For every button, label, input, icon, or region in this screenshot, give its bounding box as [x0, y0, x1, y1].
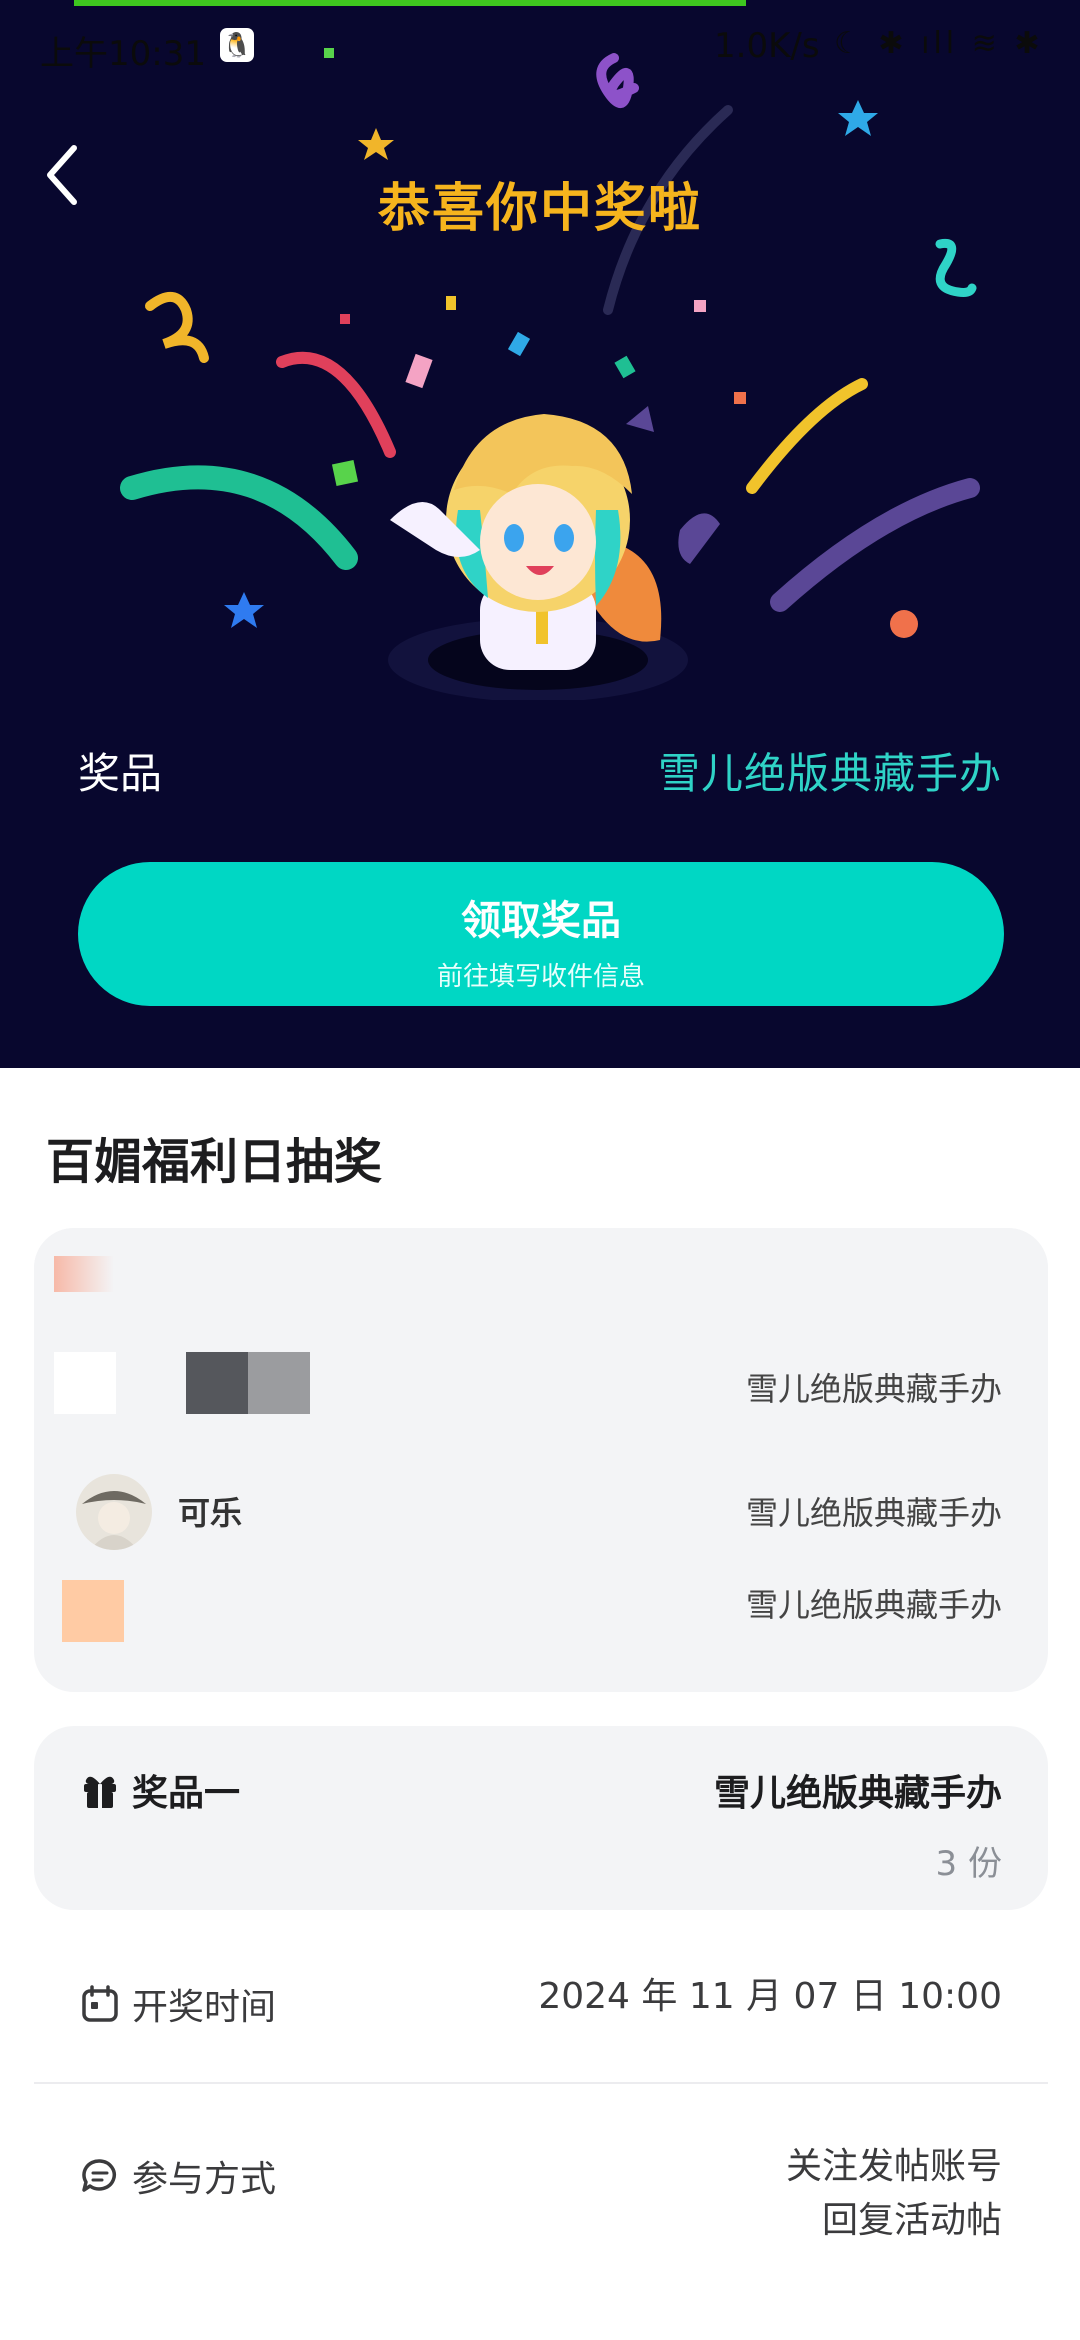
- winner-name: 可乐: [178, 1494, 243, 1532]
- draw-time-value: 2024 年 11 月 07 日 10:00: [538, 1976, 1002, 2017]
- mascot-illustration: [388, 406, 720, 700]
- confetti-piece-yellow: [446, 296, 456, 310]
- divider: [34, 2082, 1048, 2084]
- claim-prize-button[interactable]: 领取奖品 前往填写收件信息: [78, 862, 1004, 1006]
- obscured-avatar: [62, 1580, 124, 1642]
- confetti-piece-blue: [507, 331, 531, 357]
- chat-bubble-icon: [82, 2159, 116, 2192]
- participation-line-follow: 关注发帖账号: [785, 2146, 1002, 2187]
- confetti-piece-pink-small: [694, 300, 706, 312]
- winner-prize: 雪儿绝版典藏手办: [745, 1370, 1002, 1408]
- lottery-title: 百媚福利日抽奖: [46, 1134, 383, 1190]
- winner-prize: 雪儿绝版典藏手办: [745, 1494, 1002, 1532]
- confetti-piece-red: [340, 314, 350, 324]
- winner-row: 可乐 雪儿绝版典藏手办: [34, 1458, 1048, 1558]
- confetti-streak-purple: [770, 478, 980, 612]
- obscured-name-block: [186, 1352, 248, 1414]
- prize-tier-count: 3 份: [935, 1844, 1002, 1884]
- winners-list: 雪儿绝版典藏手办 可乐 雪儿绝版典藏手办 雪儿绝版典藏手办: [34, 1228, 1048, 1692]
- star-yellow: [358, 128, 394, 160]
- participation-label: 参与方式: [132, 2159, 277, 2200]
- prize-row: 奖品 雪儿绝版典藏手办: [78, 740, 1002, 800]
- draw-time-label: 开奖时间: [132, 1987, 277, 2028]
- prize-tier-label: 奖品一: [132, 1773, 241, 1814]
- hero-banner: 上午10:31 🐧 1.0K/s ☾ ✱ ıll ≋ ✱ 恭喜你中奖啦 奖品 雪…: [0, 0, 1080, 1068]
- obscured-name-block: [248, 1352, 310, 1414]
- winner-prize: 雪儿绝版典藏手办: [745, 1586, 1002, 1624]
- winner-row: 雪儿绝版典藏手办: [34, 1346, 1048, 1446]
- confetti-piece-orange: [734, 392, 746, 404]
- avatar: [76, 1474, 152, 1550]
- confetti-streak-yellow: [746, 378, 868, 494]
- prize-value: 雪儿绝版典藏手办: [657, 749, 1002, 798]
- confetti-squiggle-yellow: [145, 292, 209, 363]
- participation-row: 参与方式 关注发帖账号 回复活动帖: [34, 2140, 1048, 2270]
- calendar-icon: [82, 1985, 118, 2022]
- claim-button-subtitle: 前往填写收件信息: [436, 962, 645, 992]
- prize-tier-card: 奖品一 雪儿绝版典藏手办 3 份: [34, 1726, 1048, 1910]
- confetti-swirl-purple: [596, 53, 639, 108]
- confetti-streak-green: [120, 465, 358, 570]
- prize-tier-name: 雪儿绝版典藏手办: [713, 1773, 1002, 1814]
- confetti-squiggle-teal: [935, 238, 977, 297]
- confetti-dot-orange: [890, 610, 918, 638]
- participation-value: 关注发帖账号 回复活动帖: [786, 2140, 1002, 2248]
- confetti-piece-green-top: [324, 48, 334, 58]
- star-blue-left: [224, 592, 264, 628]
- winner-row: 雪儿绝版典藏手办: [34, 1570, 1048, 1670]
- prize-label: 奖品: [78, 749, 163, 798]
- draw-time-row: 开奖时间 2024 年 11 月 07 日 10:00: [34, 1970, 1048, 2040]
- star-blue-right: [838, 100, 878, 136]
- obscured-avatar: [54, 1352, 116, 1414]
- participation-line-reply: 回复活动帖: [821, 2200, 1002, 2241]
- claim-button-title: 领取奖品: [461, 898, 621, 944]
- gift-icon: [84, 1776, 116, 1808]
- congrats-headline: 恭喜你中奖啦: [377, 179, 702, 239]
- obscured-text-block: [54, 1256, 114, 1292]
